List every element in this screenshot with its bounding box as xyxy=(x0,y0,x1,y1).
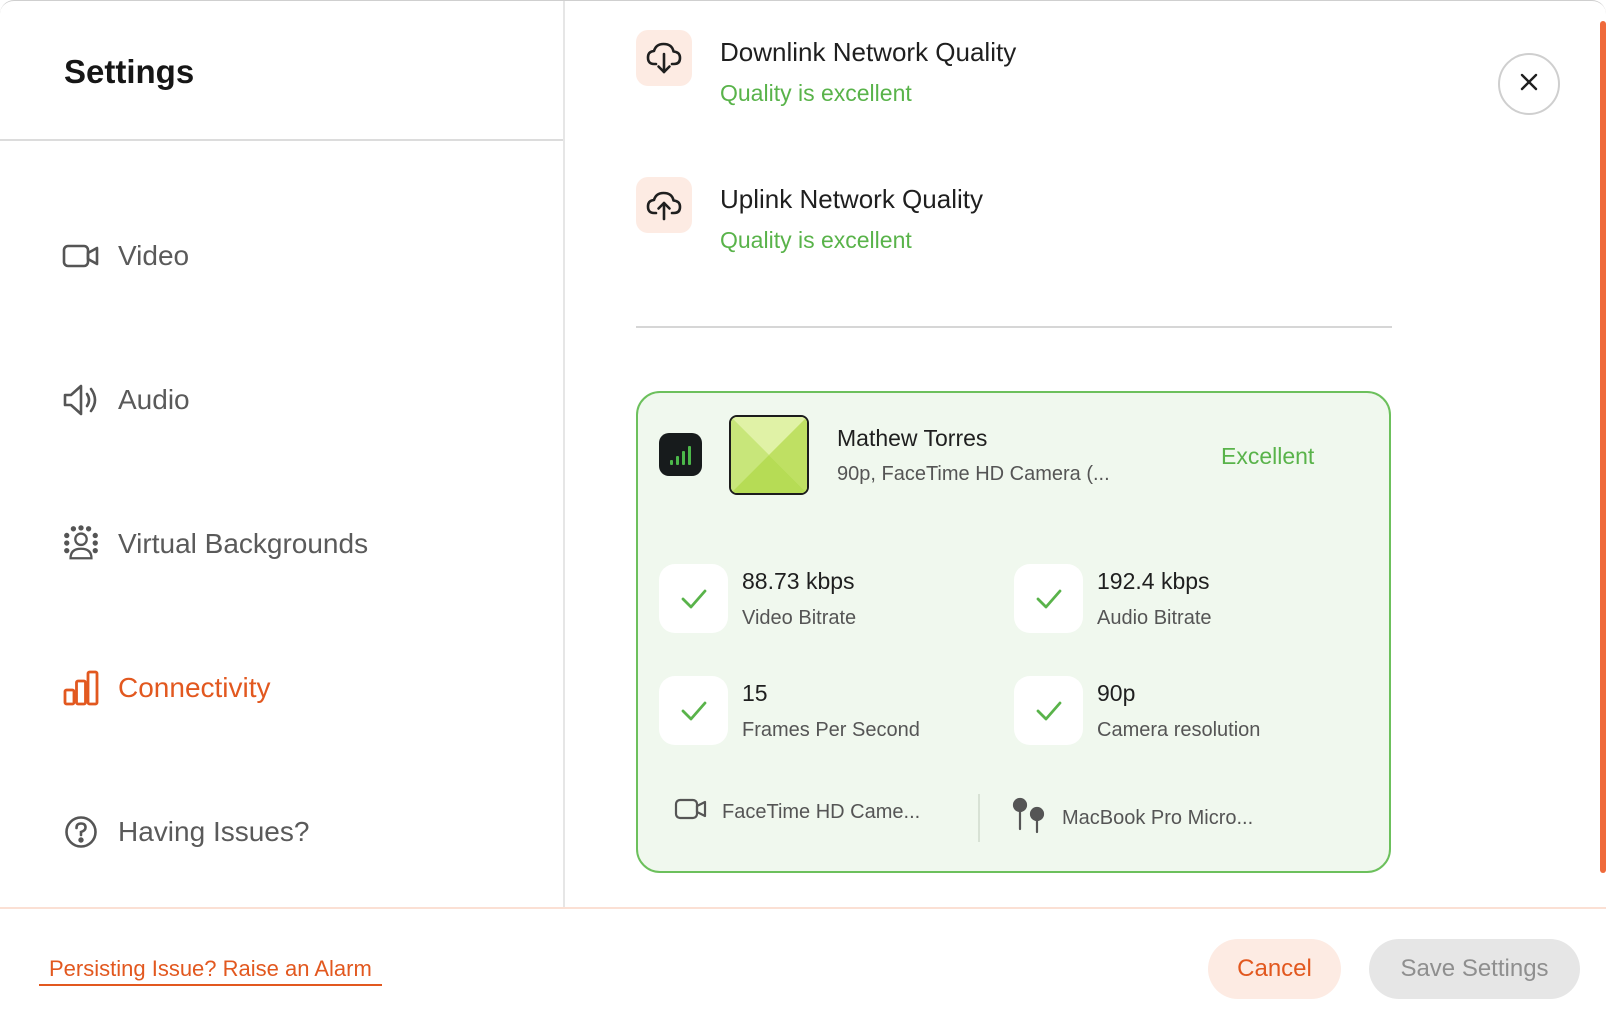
cancel-button[interactable]: Cancel xyxy=(1208,939,1341,999)
stat-label: Video Bitrate xyxy=(742,607,857,629)
check-icon xyxy=(659,564,728,633)
stat-label: Camera resolution xyxy=(1097,719,1261,741)
bar-chart-icon xyxy=(62,669,100,707)
cloud-download-icon xyxy=(636,30,692,86)
stat-frames-per-second: 15 Frames Per Second xyxy=(659,676,920,745)
check-icon xyxy=(659,676,728,745)
sidebar-item-label: Connectivity xyxy=(118,672,271,703)
settings-modal: Settings Video Audio Virtual Backgrounds xyxy=(0,0,1606,1020)
stat-value: 90p xyxy=(1097,680,1136,706)
downlink-status: Quality is excellent xyxy=(720,80,912,106)
stat-audio-bitrate: 192.4 kbps Audio Bitrate xyxy=(1014,564,1212,633)
sidebar-item-label: Audio xyxy=(118,384,190,415)
modal-footer: Persisting Issue? Raise an Alarm Cancel … xyxy=(0,907,1606,1020)
sidebar-item-video[interactable]: Video xyxy=(62,237,189,275)
participant-stream-info: 90p, FaceTime HD Camera (... xyxy=(837,463,1110,485)
question-circle-icon xyxy=(62,813,100,851)
sidebar-item-virtual-backgrounds[interactable]: Virtual Backgrounds xyxy=(62,525,368,563)
video-camera-icon xyxy=(62,237,100,275)
close-button[interactable] xyxy=(1498,53,1560,115)
stat-value: 192.4 kbps xyxy=(1097,568,1210,594)
sidebar-item-connectivity[interactable]: Connectivity xyxy=(62,669,271,707)
participant-quality: Excellent xyxy=(1221,443,1315,469)
signal-strength-icon xyxy=(659,433,702,476)
downlink-quality: Downlink Network Quality Quality is exce… xyxy=(636,30,1016,107)
stat-value: 15 xyxy=(742,680,768,706)
raise-alarm-link[interactable]: Persisting Issue? Raise an Alarm xyxy=(39,956,382,986)
scrollbar[interactable] xyxy=(1600,21,1606,873)
downlink-title: Downlink Network Quality xyxy=(720,37,1017,67)
save-settings-button[interactable]: Save Settings xyxy=(1369,939,1580,999)
sidebar-item-having-issues[interactable]: Having Issues? xyxy=(62,813,309,851)
participant-video-thumbnail xyxy=(729,415,809,495)
connectivity-panel: Downlink Network Quality Quality is exce… xyxy=(567,1,1600,907)
stat-value: 88.73 kbps xyxy=(742,568,855,594)
close-icon xyxy=(1519,72,1539,97)
stat-label: Audio Bitrate xyxy=(1097,607,1212,629)
sidebar-item-label: Virtual Backgrounds xyxy=(118,528,369,559)
stat-label: Frames Per Second xyxy=(742,719,920,741)
sidebar-item-label: Video xyxy=(118,240,190,271)
microphone-device-name: MacBook Pro Micro... xyxy=(1062,806,1254,829)
uplink-quality: Uplink Network Quality Quality is excell… xyxy=(636,177,983,254)
stat-camera-resolution: 90p Camera resolution xyxy=(1014,676,1260,745)
virtual-background-icon xyxy=(62,525,100,563)
cloud-upload-icon xyxy=(636,177,692,233)
camera-device: FaceTime HD Came... xyxy=(674,796,920,828)
sidebar-item-audio[interactable]: Audio xyxy=(62,381,190,419)
page-title: Settings xyxy=(64,53,195,90)
stat-video-bitrate: 88.73 kbps Video Bitrate xyxy=(659,564,856,633)
video-camera-icon xyxy=(674,796,708,828)
uplink-title: Uplink Network Quality xyxy=(720,184,983,214)
earbuds-icon xyxy=(1010,796,1048,840)
sidebar-item-label: Having Issues? xyxy=(118,816,310,847)
device-divider xyxy=(978,794,980,842)
check-icon xyxy=(1014,564,1083,633)
participant-card: Mathew Torres 90p, FaceTime HD Camera (.… xyxy=(636,391,1391,873)
microphone-device: MacBook Pro Micro... xyxy=(1010,796,1253,840)
section-divider xyxy=(636,326,1392,328)
settings-sidebar: Settings Video Audio Virtual Backgrounds xyxy=(0,1,565,907)
uplink-status: Quality is excellent xyxy=(720,227,912,253)
camera-device-name: FaceTime HD Came... xyxy=(722,800,921,823)
check-icon xyxy=(1014,676,1083,745)
sidebar-header: Settings xyxy=(0,1,563,141)
participant-name: Mathew Torres xyxy=(837,425,988,451)
speaker-icon xyxy=(62,381,100,419)
